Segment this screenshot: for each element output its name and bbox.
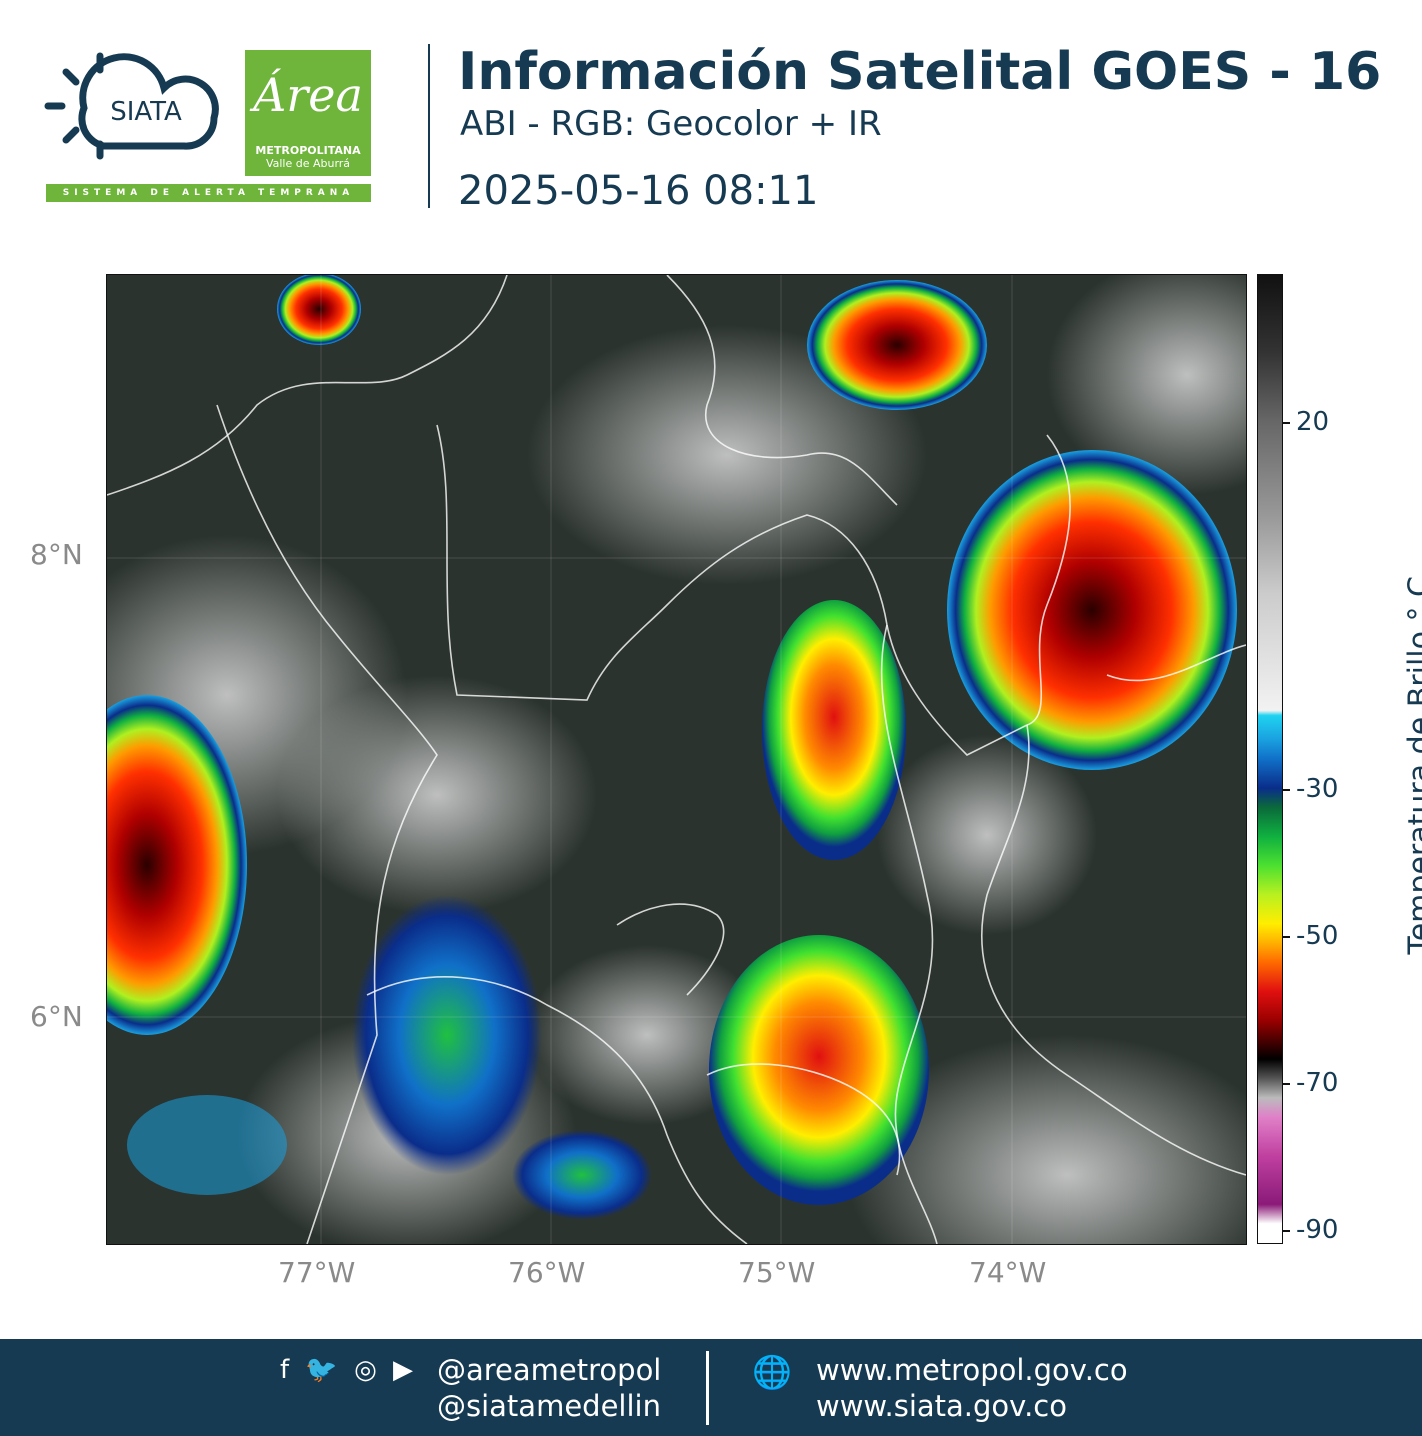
area-metropolitana-logo: Área METROPOLITANA Valle de Aburrá <box>245 50 371 176</box>
siata-tagline: SISTEMA DE ALERTA TEMPRANA <box>46 184 371 202</box>
header-divider <box>428 44 430 208</box>
satellite-imagery <box>107 275 1246 1244</box>
website-siata-link[interactable]: www.siata.gov.co <box>816 1389 1067 1423</box>
social-handle-areametropol[interactable]: @areametropol <box>437 1353 661 1387</box>
x-tick-75w: 75°W <box>738 1256 816 1289</box>
y-tick-6n: 6°N <box>30 1000 83 1033</box>
x-tick-77w: 77°W <box>278 1256 356 1289</box>
twitter-icon[interactable]: 🐦 <box>305 1355 341 1385</box>
cb-tick-mark <box>1282 789 1290 791</box>
header: SIATA Área METROPOLITANA Valle de Aburrá… <box>0 0 1422 240</box>
youtube-icon[interactable]: ▶ <box>393 1355 417 1385</box>
cb-tick-mark <box>1282 936 1290 938</box>
social-handle-siatamedellin[interactable]: @siatamedellin <box>437 1389 661 1423</box>
cb-tick-mark <box>1282 1083 1290 1085</box>
cb-label-minus90: -90 <box>1296 1215 1339 1245</box>
satellite-map <box>106 274 1247 1245</box>
footer-divider <box>706 1351 709 1425</box>
area-logo-script: Área <box>253 68 363 122</box>
page-subtitle: ABI - RGB: Geocolor + IR <box>460 104 882 144</box>
instagram-icon[interactable]: ◎ <box>354 1355 381 1385</box>
footer: f 🐦 ◎ ▶ @areametropol @siatamedellin 🌐 w… <box>0 1339 1422 1436</box>
area-logo-line1: METROPOLITANA <box>255 144 361 157</box>
image-datetime: 2025-05-16 08:11 <box>458 168 819 214</box>
page-title: Información Satelital GOES - 16 <box>458 42 1382 102</box>
cb-label-minus30: -30 <box>1296 774 1339 804</box>
facebook-icon[interactable]: f <box>280 1355 293 1385</box>
siata-logo: SIATA <box>44 52 219 160</box>
temperature-colorbar <box>1257 274 1283 1244</box>
cb-tick-mark <box>1282 422 1290 424</box>
cb-tick-mark <box>1282 1230 1290 1232</box>
colorbar-title: Temperatura de Brillo ° C <box>1402 576 1422 955</box>
area-logo-line2: Valle de Aburrá <box>265 157 351 170</box>
globe-icon: 🌐 <box>752 1353 792 1391</box>
y-tick-8n: 8°N <box>30 538 83 571</box>
cb-label-minus70: -70 <box>1296 1068 1339 1098</box>
x-tick-74w: 74°W <box>969 1256 1047 1289</box>
x-tick-76w: 76°W <box>508 1256 586 1289</box>
cb-label-20: 20 <box>1296 407 1330 437</box>
cb-label-minus50: -50 <box>1296 921 1339 951</box>
social-icons: f 🐦 ◎ ▶ <box>280 1355 417 1385</box>
siata-logo-text: SIATA <box>110 97 182 127</box>
website-metropol-link[interactable]: www.metropol.gov.co <box>816 1353 1128 1387</box>
